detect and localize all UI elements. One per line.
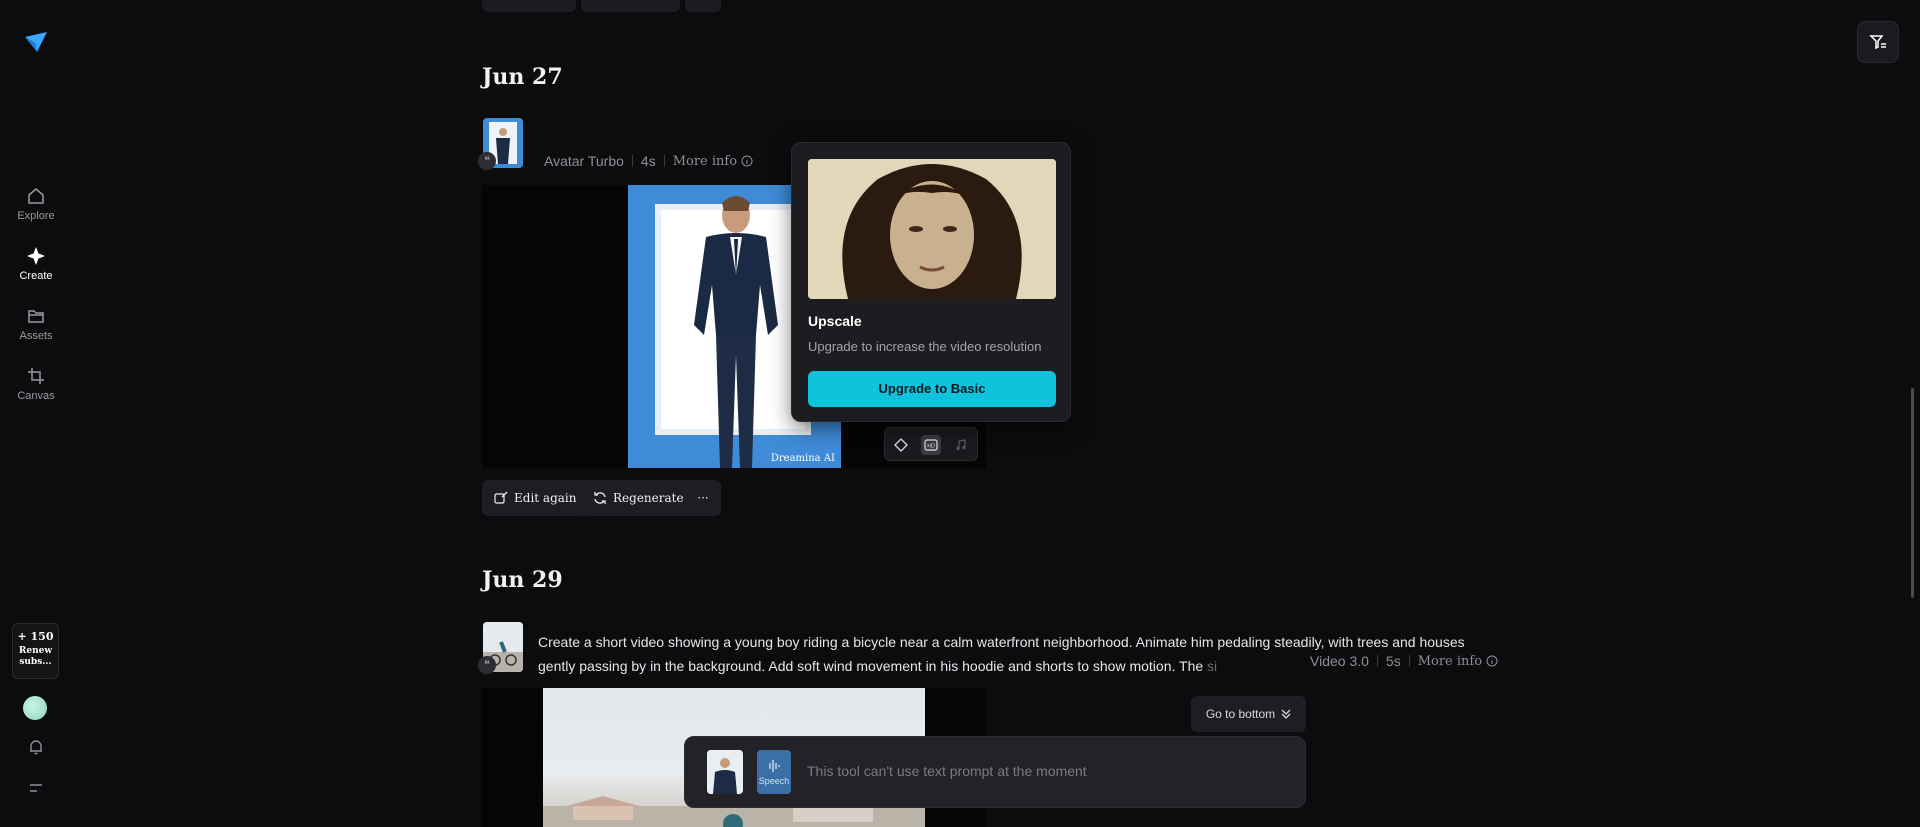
scrollbar[interactable] [1911, 388, 1914, 598]
sparkle-icon [27, 247, 45, 265]
double-chevron-down-icon [1281, 709, 1291, 719]
more-info-link[interactable]: More info [1418, 654, 1498, 669]
home-icon [28, 188, 44, 204]
nav-assets[interactable]: Assets [0, 306, 72, 342]
divider [631, 155, 633, 167]
regenerate-label: Regenerate [613, 491, 684, 505]
speech-audio-thumbnail[interactable]: Speech [757, 750, 791, 794]
divider [663, 155, 665, 167]
diamond-icon [894, 438, 908, 452]
info-icon [1486, 655, 1498, 667]
go-to-bottom-label: Go to bottom [1205, 707, 1276, 721]
generation-meta: Video 3.0 5s More info [1310, 653, 1498, 669]
generation-meta: Avatar Turbo 4s More info [544, 153, 753, 169]
model-name: Video 3.0 [1310, 653, 1369, 669]
prompt-input[interactable]: This tool can't use text prompt at the m… [807, 763, 1087, 779]
avatar-reference-thumbnail[interactable] [707, 750, 743, 794]
nav-canvas[interactable]: Canvas [0, 366, 72, 402]
music-note-icon [956, 439, 966, 451]
renew-subscription: Renew subs... [18, 646, 53, 667]
edit-again-button[interactable]: Edit again [482, 480, 589, 516]
model-name: Avatar Turbo [544, 153, 624, 169]
audio-tool[interactable] [951, 435, 971, 455]
prev-regenerate-button[interactable] [581, 0, 680, 12]
nav-canvas-label: Canvas [17, 390, 55, 402]
lipsync-tool[interactable] [891, 435, 911, 455]
bell-icon[interactable] [27, 738, 45, 756]
folder-icon [28, 310, 44, 323]
credits-badge[interactable]: + 150 Renew subs... [12, 623, 59, 679]
upscale-tool[interactable]: HD [921, 435, 941, 455]
date-heading: Jun 27 [482, 64, 563, 90]
watermark: Dreamina AI [770, 453, 835, 464]
upgrade-button[interactable]: Upgrade to Basic [808, 371, 1056, 407]
nav-explore[interactable]: Explore [0, 186, 72, 222]
filter-button[interactable] [1857, 21, 1899, 63]
nav-explore-label: Explore [17, 210, 55, 222]
more-dots-icon: ··· [697, 491, 709, 505]
more-actions-button[interactable]: ··· [685, 480, 721, 516]
more-info-label: More info [672, 153, 738, 169]
menu-icon[interactable] [27, 779, 45, 797]
popover-description: Upgrade to increase the video resolution [808, 339, 1042, 354]
regenerate-button[interactable]: Regenerate [581, 480, 696, 516]
duration: 4s [640, 153, 656, 169]
refresh-icon [594, 492, 606, 504]
divider [1376, 655, 1378, 667]
speech-label: Speech [758, 776, 790, 786]
more-info-label: More info [1417, 653, 1483, 669]
duration: 5s [1385, 653, 1401, 669]
divider [1408, 655, 1410, 667]
video-tool-tray: HD [884, 427, 978, 461]
prompt-composer: Speech This tool can't use text prompt a… [684, 736, 1306, 808]
popover-title: Upscale [808, 313, 862, 329]
prompt-fade: si [1207, 658, 1218, 674]
person-thumbnail [707, 750, 743, 794]
svg-text:HD: HD [927, 444, 935, 450]
prev-more-button[interactable] [685, 0, 721, 12]
upscale-preview-image [808, 159, 1056, 299]
date-heading: Jun 29 [482, 567, 563, 593]
quote-icon: ❝ [478, 152, 496, 170]
portrait-image [808, 159, 1056, 299]
sidebar: Explore Create Assets Canvas + 150 Renew… [0, 0, 72, 827]
upscale-popover: Upscale Upgrade to increase the video re… [791, 142, 1071, 422]
credits-count: + 150 [17, 630, 54, 643]
hd-icon: HD [924, 439, 938, 451]
nav-create[interactable]: Create [0, 246, 72, 282]
waveform-icon [769, 760, 780, 772]
user-avatar[interactable] [23, 696, 47, 720]
crop-icon [28, 368, 44, 384]
nav-create-label: Create [19, 270, 53, 282]
filter-icon [1869, 35, 1886, 50]
prev-edit-button[interactable] [482, 0, 576, 12]
edit-icon [494, 491, 508, 504]
nav-assets-label: Assets [19, 330, 53, 342]
quote-icon: ❝ [478, 656, 496, 674]
more-info-link[interactable]: More info [673, 154, 753, 169]
go-to-bottom-button[interactable]: Go to bottom [1191, 696, 1306, 732]
info-icon [741, 155, 753, 167]
edit-again-label: Edit again [514, 491, 577, 505]
dreamina-logo[interactable] [22, 28, 50, 56]
